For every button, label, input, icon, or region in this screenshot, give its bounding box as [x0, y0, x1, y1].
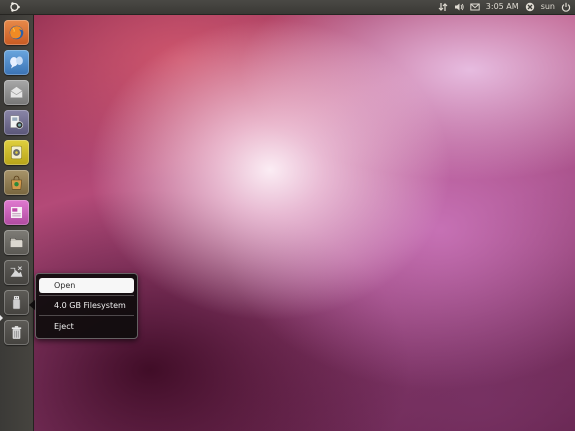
shotwell-launcher-item[interactable]: [4, 110, 29, 135]
empathy-launcher-item[interactable]: [4, 50, 29, 75]
software-center-launcher-item[interactable]: [4, 170, 29, 195]
music-player-icon: [11, 145, 22, 160]
workspaces-launcher-item[interactable]: [4, 260, 29, 285]
quicklist-separator: [39, 295, 134, 296]
username[interactable]: sun: [541, 0, 555, 14]
trash-launcher-item[interactable]: [4, 320, 29, 345]
usb-drive-quicklist: Open 4.0 GB Filesystem Eject: [35, 273, 138, 339]
indicator-area: 3:05 AM sun: [438, 0, 571, 14]
network-transfer-icon[interactable]: [438, 2, 448, 12]
quicklist-eject-item[interactable]: Eject: [39, 319, 134, 334]
photo-viewer-icon: [10, 115, 24, 129]
mail-envelope-icon: [10, 86, 23, 98]
ubuntu-logo-icon[interactable]: [8, 1, 21, 13]
volume-icon[interactable]: [454, 2, 464, 12]
top-panel: 3:05 AM sun: [0, 0, 575, 15]
shopping-bag-icon: [11, 175, 22, 190]
quicklist-filesystem-item[interactable]: 4.0 GB Filesystem: [39, 298, 134, 313]
usb-drive-launcher-item[interactable]: [4, 290, 29, 315]
usb-drive-icon: [12, 296, 21, 310]
office-document-icon: [10, 206, 23, 219]
quicklist-separator: [39, 315, 134, 316]
chat-bubbles-icon: [10, 56, 23, 69]
running-indicator-icon: [0, 315, 3, 321]
clock[interactable]: 3:05 AM: [486, 0, 519, 14]
power-icon[interactable]: [561, 2, 571, 12]
desktop-screen: 3:05 AM sun Open 4.0 GB Filesystem Eject: [0, 0, 575, 431]
folder-icon: [10, 237, 23, 248]
files-launcher-item[interactable]: [4, 230, 29, 255]
user-status-icon[interactable]: [525, 2, 535, 12]
quicklist-open-item[interactable]: Open: [39, 278, 134, 293]
libreoffice-launcher-item[interactable]: [4, 200, 29, 225]
launcher: [0, 15, 34, 431]
trash-icon: [11, 326, 22, 339]
workspace-switcher-icon: [10, 266, 23, 277]
mail-envelope-indicator-icon[interactable]: [470, 2, 480, 12]
rhythmbox-launcher-item[interactable]: [4, 140, 29, 165]
firefox-icon: [9, 25, 24, 40]
desktop-wallpaper[interactable]: [0, 0, 575, 431]
firefox-launcher-item[interactable]: [4, 20, 29, 45]
evolution-launcher-item[interactable]: [4, 80, 29, 105]
